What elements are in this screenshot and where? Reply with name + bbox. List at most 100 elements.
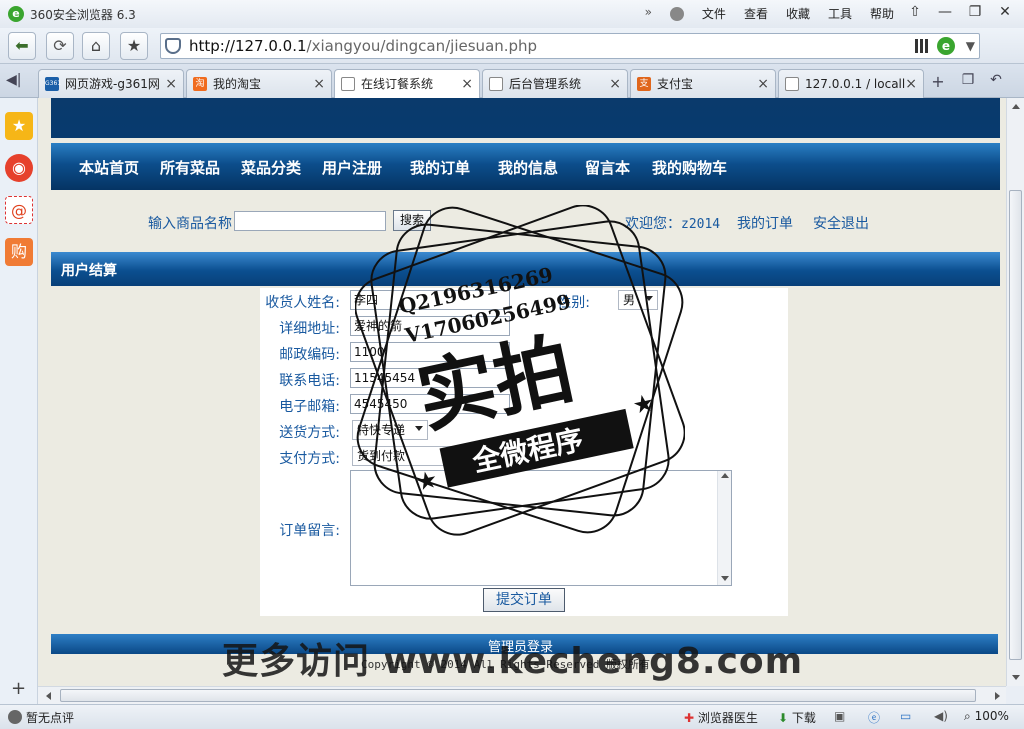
chevron-down-icon <box>415 426 423 431</box>
tab-close-icon[interactable]: × <box>461 70 473 98</box>
menu-favorites[interactable]: 收藏 <box>786 5 810 22</box>
tab-admin[interactable]: 后台管理系统 × <box>482 69 628 98</box>
tab-localhost[interactable]: 127.0.0.1 / locall × <box>778 69 924 98</box>
menu-file[interactable]: 文件 <box>702 5 726 22</box>
shipping-label: 送货方式: <box>279 425 340 441</box>
tab-close-icon[interactable]: × <box>757 70 769 98</box>
mail-icon[interactable]: @ <box>5 196 33 224</box>
tab-close-icon[interactable]: × <box>905 70 917 98</box>
site-header-banner <box>51 98 1000 138</box>
title-bar: e 360安全浏览器 6.3 » 文件 查看 收藏 工具 帮助 ⇧ — ❐ ✕ <box>0 0 1024 28</box>
url-field[interactable]: http://127.0.0.1/xiangyou/dingcan/jiesua… <box>160 33 980 59</box>
back-button[interactable]: ⬅ <box>8 32 36 60</box>
refresh-button[interactable]: ⟳ <box>46 32 74 60</box>
admin-login-link[interactable]: 管理员登录 <box>488 636 553 655</box>
message-textarea[interactable] <box>350 470 732 586</box>
window-controls: ⇧ — ❐ ✕ <box>900 0 1020 24</box>
restore-button[interactable]: ❐ <box>960 0 990 24</box>
home-button[interactable]: ⌂ <box>82 32 110 60</box>
nav-my-info[interactable]: 我的信息 <box>498 157 558 178</box>
tab-online-ordering[interactable]: 在线订餐系统 × <box>334 69 480 99</box>
nav-cart[interactable]: 我的购物车 <box>652 157 727 178</box>
scroll-down-icon[interactable] <box>1012 675 1020 680</box>
nav-home[interactable]: 本站首页 <box>79 157 139 178</box>
user-icon[interactable] <box>669 7 684 21</box>
search-input[interactable] <box>234 211 386 231</box>
tab-close-icon[interactable]: × <box>609 70 621 98</box>
ie-icon[interactable]: ⓔ <box>868 709 880 726</box>
email-input[interactable]: 4545450 <box>350 394 510 414</box>
sound-icon[interactable]: ◀) <box>934 709 948 723</box>
scroll-thumb[interactable] <box>1009 190 1022 660</box>
page-vertical-scrollbar[interactable] <box>1006 98 1024 686</box>
close-window-button[interactable]: ✕ <box>990 0 1020 24</box>
tab-taobao[interactable]: 淘 我的淘宝 × <box>186 69 332 98</box>
favorites-star-icon[interactable]: ★ <box>5 112 33 140</box>
phone-input[interactable]: 11545454 <box>350 368 510 388</box>
scroll-down-icon[interactable] <box>721 576 729 581</box>
nav-guestbook[interactable]: 留言本 <box>585 157 630 178</box>
logout-link[interactable]: 安全退出 <box>813 213 869 233</box>
menu-tools[interactable]: 工具 <box>828 5 852 22</box>
nav-register[interactable]: 用户注册 <box>322 157 382 178</box>
tab-list-icon[interactable]: ❐ <box>958 72 978 92</box>
zoom-control[interactable]: ⌕ 100% <box>964 709 1009 724</box>
scroll-right-icon[interactable] <box>995 692 1000 700</box>
chevron-down-icon <box>645 296 653 301</box>
refresh-icon: ⟳ <box>53 36 67 55</box>
payment-select[interactable]: 货到付款 <box>352 446 456 466</box>
browser-engine-icon[interactable]: e <box>937 37 955 55</box>
url-dropdown-icon[interactable]: ▼ <box>966 39 975 53</box>
menu-view[interactable]: 查看 <box>744 5 768 22</box>
tab-label: 支付宝 <box>657 77 694 91</box>
nav-my-orders[interactable]: 我的订单 <box>410 157 470 178</box>
add-sidebar-item-icon[interactable]: + <box>11 678 26 699</box>
skin-button[interactable]: ⇧ <box>900 0 930 24</box>
scroll-up-icon[interactable] <box>1012 104 1020 109</box>
postcode-input[interactable]: 1100 <box>350 342 510 362</box>
search-button[interactable]: 搜索 <box>393 210 431 231</box>
menu-overflow-button[interactable]: » <box>645 5 652 22</box>
name-input[interactable]: 李四 <box>350 290 510 310</box>
rating-text[interactable]: 暂无点评 <box>26 709 74 726</box>
username: z2014 <box>681 217 721 232</box>
address-input[interactable]: 爱神的箭 <box>350 316 510 336</box>
address-label: 详细地址: <box>279 321 340 337</box>
tab-close-icon[interactable]: × <box>313 70 325 98</box>
nav-all-dishes[interactable]: 所有菜品 <box>160 157 220 178</box>
tab-close-icon[interactable]: × <box>165 70 177 98</box>
tab-g361[interactable]: G361 网页游戏-g361网 × <box>38 69 184 98</box>
undo-close-tab-icon[interactable]: ↶ <box>986 72 1006 92</box>
shipping-select[interactable]: 特快专递 <box>352 420 428 440</box>
minimize-button[interactable]: — <box>930 0 960 24</box>
section-title: 用户结算 <box>61 263 117 279</box>
shopping-icon[interactable]: 购 <box>5 238 33 266</box>
page-horizontal-scrollbar[interactable] <box>38 686 1006 704</box>
qr-code-icon[interactable] <box>915 39 929 53</box>
my-orders-link[interactable]: 我的订单 <box>737 213 793 233</box>
rating-icon <box>8 710 22 724</box>
textarea-scrollbar[interactable] <box>717 471 731 585</box>
download-button[interactable]: ⬇ 下载 <box>778 709 816 726</box>
favorite-button[interactable]: ★ <box>120 32 148 60</box>
nav-categories[interactable]: 菜品分类 <box>241 157 301 178</box>
left-sidebar: ★ ◉ @ 购 + <box>0 98 38 704</box>
weibo-icon[interactable]: ◉ <box>5 154 33 182</box>
new-tab-button[interactable]: + <box>928 72 948 92</box>
postcode-label: 邮政编码: <box>279 347 340 363</box>
scroll-left-icon[interactable] <box>46 692 51 700</box>
g361-favicon-icon: G361 <box>45 77 61 91</box>
window-icon[interactable]: ▭ <box>900 709 911 723</box>
sidebar-toggle-icon[interactable]: ◀| <box>6 72 28 90</box>
submit-order-button[interactable]: 提交订单 <box>483 588 565 612</box>
pip-icon[interactable]: ▣ <box>834 709 845 723</box>
scroll-thumb[interactable] <box>60 689 976 702</box>
footer-bar: 管理员登录 <box>51 634 998 655</box>
gender-select[interactable]: 男 <box>618 290 658 310</box>
browser-doctor-button[interactable]: ✚ 浏览器医生 <box>684 709 758 726</box>
browser-logo-icon: e <box>8 6 24 22</box>
name-label: 收货人姓名: <box>265 295 340 311</box>
scroll-up-icon[interactable] <box>721 473 729 478</box>
tab-alipay[interactable]: 支 支付宝 × <box>630 69 776 98</box>
menu-help[interactable]: 帮助 <box>870 5 894 22</box>
